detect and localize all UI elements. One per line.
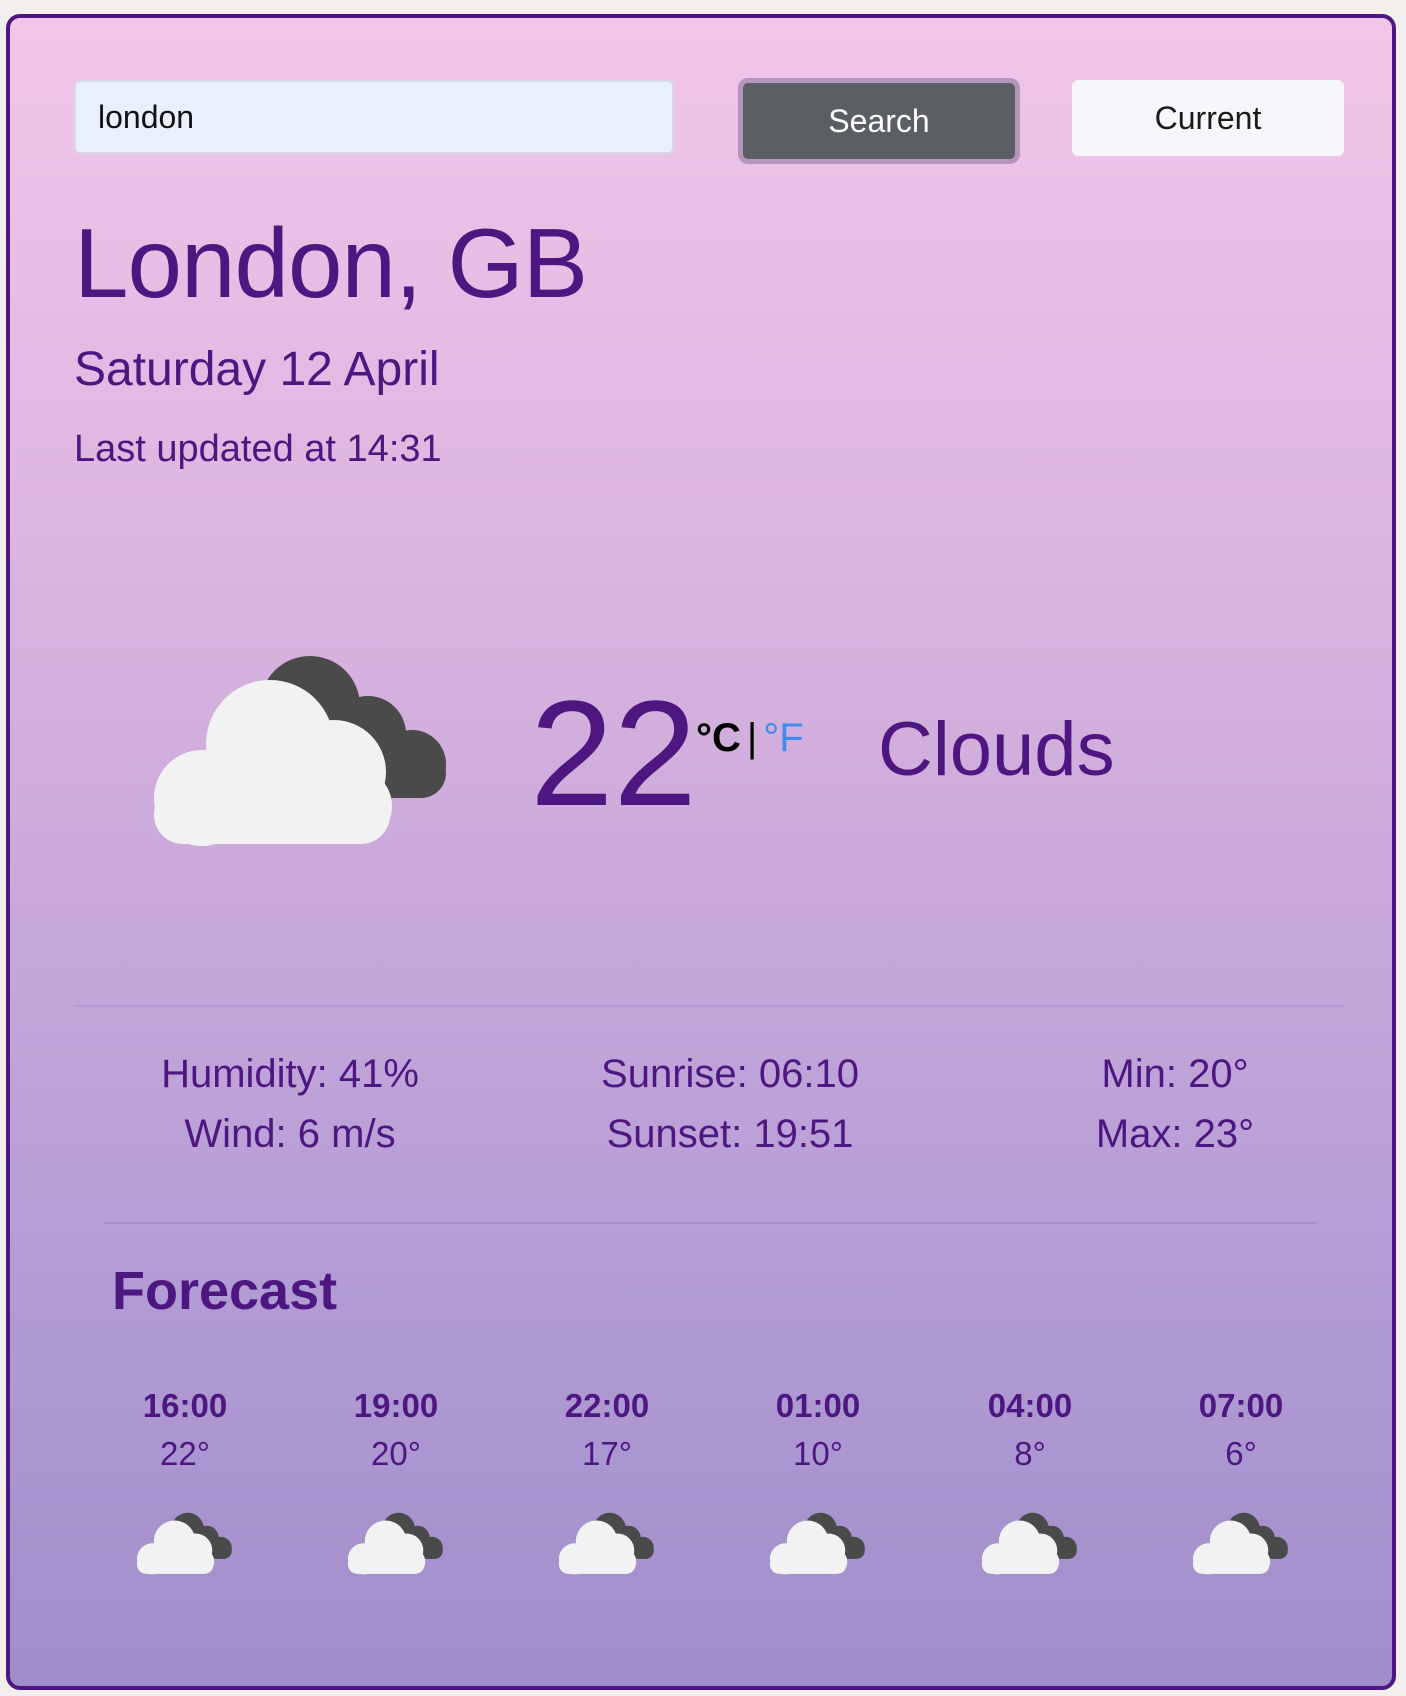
forecast-time: 22:00 <box>564 1387 650 1424</box>
min-temperature: Min: 20° <box>1101 1052 1249 1096</box>
forecast-item: 07:00 6° <box>1141 1384 1341 1576</box>
forecast-time: 01:00 <box>775 1387 861 1424</box>
forecast-item: 22:00 17° <box>507 1384 707 1576</box>
divider <box>74 1005 1344 1007</box>
current-temperature: 22 <box>530 669 697 837</box>
sunset-value: Sunset: 19:51 <box>606 1112 854 1156</box>
forecast-item: 16:00 22° <box>85 1384 285 1576</box>
max-temperature: Max: 23° <box>1095 1112 1255 1156</box>
min-max-stats: Min: 20° Max: 23° <box>995 1044 1355 1164</box>
weather-app: Search Current London, GB Saturday 12 Ap… <box>6 14 1396 1690</box>
last-updated: Last updated at 14:31 <box>74 428 442 470</box>
forecast-item: 19:00 20° <box>296 1384 496 1576</box>
search-button[interactable]: Search <box>738 78 1020 164</box>
humidity-wind-stats: Humidity: 41% Wind: 6 m/s <box>110 1044 470 1164</box>
forecast-temp: 6° <box>1225 1435 1257 1472</box>
forecast-temp: 20° <box>371 1435 421 1472</box>
forecast-item: 04:00 8° <box>930 1384 1130 1576</box>
city-name: London, GB <box>74 208 588 318</box>
humidity-value: Humidity: 41% <box>161 1052 419 1096</box>
search-bar: Search Current <box>10 18 1392 178</box>
forecast-item: 01:00 10° <box>718 1384 918 1576</box>
clouds-icon <box>978 1506 1082 1576</box>
weather-condition: Clouds <box>878 707 1115 792</box>
clouds-icon <box>133 1506 237 1576</box>
forecast-time: 07:00 <box>1198 1387 1284 1424</box>
unit-toggle: °C | °F <box>696 718 804 758</box>
current-date: Saturday 12 April <box>74 343 440 396</box>
celsius-unit: °C <box>696 716 741 760</box>
sunrise-value: Sunrise: 06:10 <box>601 1052 859 1096</box>
sun-times-stats: Sunrise: 06:10 Sunset: 19:51 <box>550 1044 910 1164</box>
forecast-time: 04:00 <box>987 1387 1073 1424</box>
fahrenheit-link[interactable]: °F <box>763 716 803 760</box>
forecast-title: Forecast <box>112 1261 338 1321</box>
clouds-icon <box>1189 1506 1293 1576</box>
clouds-icon <box>344 1506 448 1576</box>
forecast-time: 19:00 <box>353 1387 439 1424</box>
forecast-temp: 8° <box>1014 1435 1046 1472</box>
clouds-icon <box>142 638 462 848</box>
divider <box>104 1222 1316 1224</box>
wind-value: Wind: 6 m/s <box>184 1112 396 1156</box>
city-search-input[interactable] <box>74 80 674 154</box>
forecast-temp: 17° <box>582 1435 632 1472</box>
current-location-button[interactable]: Current <box>1072 80 1344 156</box>
clouds-icon <box>555 1506 659 1576</box>
forecast-temp: 10° <box>793 1435 843 1472</box>
clouds-icon <box>766 1506 870 1576</box>
forecast-time: 16:00 <box>142 1387 228 1424</box>
unit-separator: | <box>746 716 758 760</box>
forecast-temp: 22° <box>160 1435 210 1472</box>
